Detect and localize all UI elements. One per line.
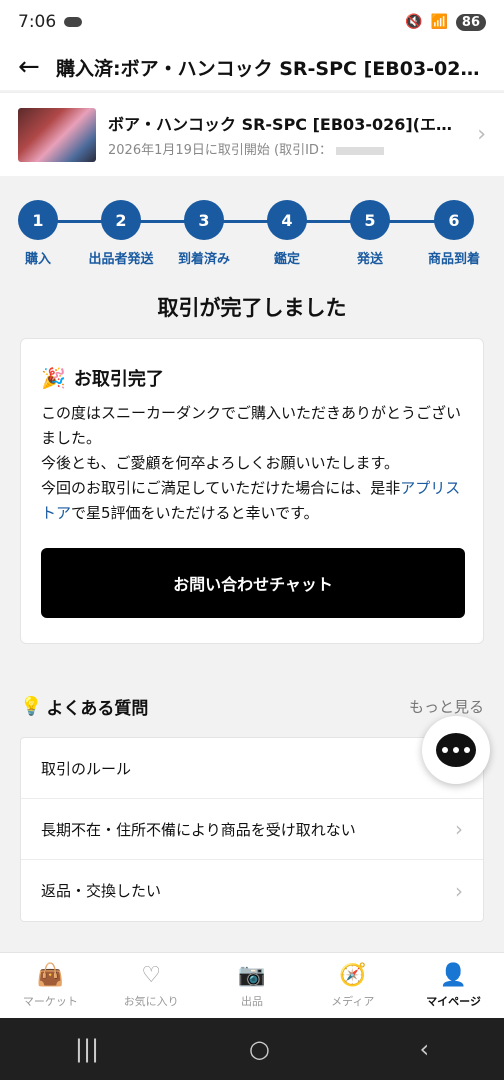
message-line: 今回のお取引にご満足していただけた場合には、是非アプリストアで星5評価をいただけ… — [41, 476, 463, 526]
app-header: ← 購入済:ボア・ハンコック SR-SPC [EB03-026](エクストラブー… — [0, 44, 504, 90]
redacted-id — [335, 146, 384, 155]
compass-icon: 🧭 — [339, 962, 367, 988]
product-row[interactable]: ボア・ハンコック SR-SPC [EB03-026](エクストラブースター) 2… — [0, 92, 504, 176]
battery-indicator: 86 — [455, 13, 486, 31]
step-label: 出品者発送 — [88, 252, 154, 267]
product-name: ボア・ハンコック SR-SPC [EB03-026](エクストラブースター) — [108, 115, 458, 134]
chevron-right-icon: › — [477, 122, 486, 147]
back-icon[interactable]: ‹ — [420, 1035, 430, 1063]
faq-item[interactable]: 長期不在・住所不備により商品を受け取れない › — [21, 799, 483, 860]
bag-icon: 👜 — [36, 962, 65, 988]
message-text: 今回のお取引にご満足していただけた場合には、是非 — [41, 479, 401, 497]
faq-item-label: 長期不在・住所不備により商品を受け取れない — [41, 820, 356, 839]
faq-item-label: 取引のルール — [41, 759, 132, 778]
nav-label: 出品 — [240, 994, 263, 1008]
step-3: 3 到着済み — [164, 200, 244, 267]
nav-market[interactable]: 👜 マーケット — [0, 953, 101, 1018]
step-label: 到着済み — [177, 252, 230, 267]
bottom-nav: 👜 マーケット ♡ お気に入り 📷 出品 🧭 メディア 👤 マイページ — [0, 952, 504, 1018]
wifi-icon: 📶 — [430, 14, 448, 30]
progress-steps: 1 購入 2 出品者発送 3 到着済み 4 鑑定 5 発送 6 商品到着 — [18, 200, 486, 270]
step-number: 6 — [434, 200, 474, 240]
home-icon[interactable]: ○ — [249, 1035, 270, 1063]
step-label: 購入 — [24, 252, 51, 267]
product-trade-info: 2026年1月19日に取引開始 (取引ID： — [108, 139, 458, 158]
chevron-right-icon: › — [455, 817, 463, 841]
card-title: お取引完了 — [73, 369, 164, 390]
see-more-link[interactable]: もっと見る — [409, 696, 484, 717]
faq-title: よくある質問 — [46, 699, 149, 719]
card-message: この度はスニーカーダンクでご購入いただきありがとうございました。 今後とも、ご愛… — [41, 401, 463, 526]
cloud-icon — [64, 17, 83, 27]
heart-icon: ♡ — [141, 962, 162, 988]
step-number: 4 — [267, 200, 307, 240]
completion-card: 🎉 お取引完了 この度はスニーカーダンクでご購入いただきありがとうございました。… — [20, 338, 484, 644]
camera-icon: 📷 — [238, 962, 266, 988]
step-5: 5 発送 — [330, 200, 410, 267]
dot — [453, 747, 459, 753]
faq-item[interactable]: 返品・交換したい › — [21, 860, 483, 921]
status-bar: 7:06 🔇 📶 86 — [0, 0, 504, 44]
back-arrow-icon[interactable]: ← — [18, 52, 56, 82]
dot — [464, 747, 470, 753]
message-line: 今後とも、ご愛顧を何卒よろしくお願いいたします。 — [41, 454, 400, 472]
status-time: 7:06 — [18, 12, 57, 32]
message-text: で星5評価をいただけると幸いです。 — [71, 504, 319, 522]
nav-label: マイページ — [426, 994, 481, 1008]
nav-label: お気に入り — [123, 994, 179, 1008]
party-popper-icon: 🎉 — [41, 366, 66, 390]
faq-item[interactable]: 取引のルール — [21, 738, 483, 799]
message-line: この度はスニーカーダンクでご購入いただきありがとうございました。 — [41, 404, 462, 447]
chat-fab-button[interactable] — [422, 716, 490, 784]
faq-item-label: 返品・交換したい — [41, 882, 162, 900]
faq-header: 💡 よくある質問 もっと見る — [20, 694, 484, 719]
trade-start-text: 2026年1月19日に取引開始 (取引ID： — [108, 143, 332, 158]
step-number: 3 — [184, 200, 224, 240]
nav-sell[interactable]: 📷 出品 — [202, 953, 303, 1018]
step-label: 鑑定 — [273, 252, 300, 267]
product-info: ボア・ハンコック SR-SPC [EB03-026](エクストラブースター) 2… — [108, 111, 458, 158]
user-icon: 👤 — [439, 962, 468, 988]
nav-label: マーケット — [22, 994, 78, 1008]
completion-heading: 取引が完了しました — [157, 296, 347, 320]
system-nav-bar: ||| ○ ‹ — [0, 1018, 504, 1080]
nav-favorites[interactable]: ♡ お気に入り — [101, 953, 202, 1018]
nav-mypage[interactable]: 👤 マイページ — [403, 953, 504, 1018]
status-icons: 🔇 📶 86 — [405, 13, 486, 31]
contact-chat-button[interactable]: お問い合わせチャット — [41, 548, 465, 618]
nav-label: メディア — [331, 994, 375, 1008]
step-1: 1 購入 — [0, 200, 78, 267]
step-label: 発送 — [356, 252, 383, 267]
recent-apps-icon[interactable]: ||| — [75, 1035, 99, 1063]
dot — [442, 747, 448, 753]
step-4: 4 鑑定 — [247, 200, 327, 267]
faq-list: 取引のルール 長期不在・住所不備により商品を受け取れない › 返品・交換したい … — [20, 737, 484, 922]
chat-bubble-icon — [436, 733, 476, 767]
chevron-right-icon: › — [455, 878, 463, 903]
step-number: 5 — [350, 200, 390, 240]
nav-media[interactable]: 🧭 メディア — [302, 953, 403, 1018]
page-title: 購入済:ボア・ハンコック SR-SPC [EB03-026](エクストラブースタ… — [56, 57, 480, 80]
step-number: 2 — [101, 200, 141, 240]
step-2: 2 出品者発送 — [81, 200, 161, 267]
mute-icon: 🔇 — [405, 14, 423, 30]
lightbulb-icon: 💡 — [20, 696, 43, 717]
card-header: 🎉 お取引完了 — [41, 365, 463, 391]
step-6: 6 商品到着 — [414, 200, 494, 267]
step-number: 1 — [18, 200, 58, 240]
step-label: 商品到着 — [427, 252, 480, 267]
product-thumbnail — [18, 107, 96, 162]
